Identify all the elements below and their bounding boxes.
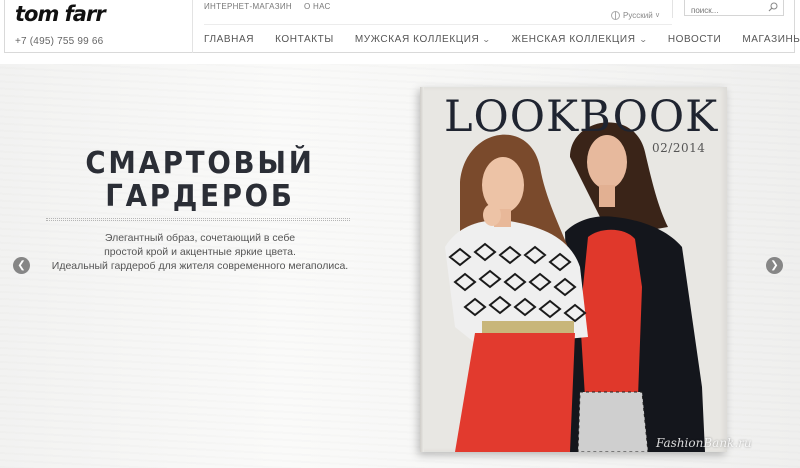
- phone-number: +7 (495) 755 99 66: [15, 36, 104, 47]
- hero-title-line: ГАРДЕРОБ: [105, 179, 295, 214]
- nav-item-label: ГЛАВНАЯ: [204, 34, 255, 45]
- hero-description-line: Элегантный образ, сочетающий в себе: [104, 232, 296, 244]
- nav-item-label: МАГАЗИНЫ: [742, 34, 800, 45]
- nav-item-news[interactable]: НОВОСТИ: [668, 34, 722, 45]
- hero-title: СМАРТОВЫЙ ГАРДЕРОБ: [71, 147, 329, 213]
- chevron-down-icon: ⌄: [638, 35, 648, 44]
- main-nav: ГЛАВНАЯ КОНТАКТЫ МУЖСКАЯ КОЛЛЕКЦИЯ ⌄ ЖЕНС…: [204, 34, 800, 45]
- language-label: Русский: [623, 11, 653, 20]
- language-selector[interactable]: Русский v: [611, 11, 659, 20]
- lookbook-cover[interactable]: LOOKBOOK 02/2014: [420, 87, 727, 452]
- top-nav-shop[interactable]: ИНТЕРНЕТ-МАГАЗИН: [204, 2, 292, 11]
- brand-logo[interactable]: tom farr: [15, 2, 106, 26]
- site-header: tom farr +7 (495) 755 99 66 ИНТЕРНЕТ-МАГ…: [0, 0, 800, 56]
- chevron-left-icon: ❮: [17, 260, 26, 271]
- slider-prev-button[interactable]: ❮: [13, 257, 30, 274]
- nav-item-women-collection[interactable]: ЖЕНСКАЯ КОЛЛЕКЦИЯ ⌄: [512, 34, 647, 45]
- top-nav: ИНТЕРНЕТ-МАГАЗИН О НАС: [204, 2, 331, 11]
- nav-item-label: МУЖСКАЯ КОЛЛЕКЦИЯ: [354, 34, 480, 45]
- search-icon[interactable]: [768, 2, 778, 12]
- chevron-right-icon: ❯: [770, 260, 779, 271]
- search-area: [672, 0, 795, 18]
- hero-description-line: простой крой и акцентные яркие цвета.: [104, 246, 296, 258]
- search-box: [684, 0, 784, 18]
- nav-item-label: ЖЕНСКАЯ КОЛЛЕКЦИЯ: [511, 34, 636, 45]
- hero-title-line: СМАРТОВЫЙ: [85, 146, 315, 181]
- lookbook-issue: 02/2014: [652, 141, 706, 155]
- hero-description: Элегантный образ, сочетающий в себе прос…: [30, 231, 370, 273]
- chevron-down-icon: v: [655, 12, 660, 19]
- nav-item-contacts[interactable]: КОНТАКТЫ: [275, 34, 334, 45]
- chevron-down-icon: ⌄: [482, 35, 492, 44]
- nav-item-men-collection[interactable]: МУЖСКАЯ КОЛЛЕКЦИЯ ⌄: [355, 34, 491, 45]
- watermark: FashionBank.ru: [656, 436, 752, 450]
- lookbook-title: LOOKBOOK: [444, 92, 719, 142]
- hero-description-line: Идеальный гардероб для жителя современно…: [51, 260, 349, 272]
- slider-next-button[interactable]: ❯: [766, 257, 783, 274]
- header-divider: [192, 0, 193, 53]
- nav-item-label: КОНТАКТЫ: [275, 34, 334, 45]
- nav-item-home[interactable]: ГЛАВНАЯ: [204, 34, 254, 45]
- globe-icon: [611, 11, 620, 20]
- nav-separator: [204, 24, 672, 25]
- hero-divider: [46, 218, 350, 221]
- nav-item-label: НОВОСТИ: [667, 34, 722, 45]
- nav-item-stores[interactable]: МАГАЗИНЫ: [742, 34, 800, 45]
- top-nav-about[interactable]: О НАС: [304, 2, 331, 11]
- search-input[interactable]: [685, 3, 767, 18]
